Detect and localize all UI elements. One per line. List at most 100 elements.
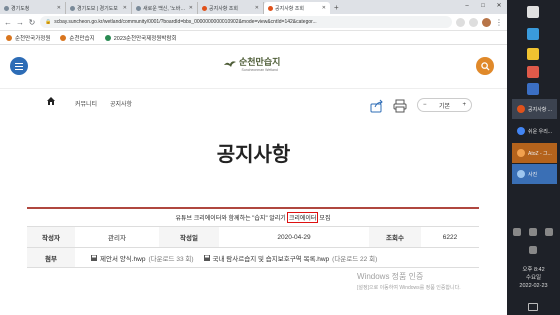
clock-day: 수요일 [525, 275, 542, 281]
network-icon[interactable] [529, 228, 537, 236]
url-field[interactable]: 🔒 scbay.suncheon.go.kr/wetland/community… [40, 16, 452, 28]
hamburger-line [15, 62, 23, 64]
screen: 경기도청 ✕ 경기도보 | 경기도보 ✕ 새로운 백신, '노바백스' ✕ 공지… [0, 0, 560, 315]
forward-arrow-icon[interactable]: → [16, 18, 24, 27]
extension-icon[interactable] [456, 17, 465, 27]
date-label: 작성일 [159, 227, 219, 247]
taskbar-app-easy[interactable]: 쉬운 우리... [512, 121, 557, 141]
url-text: scbay.suncheon.go.kr/wetland/community/0… [54, 19, 317, 25]
puzzle-icon[interactable] [469, 17, 478, 27]
zoom-control: − 기본 + [417, 98, 472, 112]
page-title: 공지사항 [216, 144, 291, 166]
site-logo[interactable]: 순천만습지 Suncheonman Wetland [224, 55, 280, 72]
bookmark-label: 순천만국가정원 [15, 35, 51, 42]
start-icon[interactable] [527, 6, 539, 18]
bird-logo-icon [224, 60, 236, 67]
bookmark-favicon-icon [104, 34, 111, 41]
bookmarks-bar: 순천만국가정원 순천만습지 2023순천만국제정원박람회 [0, 31, 507, 45]
bookmark-label: 2023순천만국제정원박람회 [113, 35, 177, 42]
close-icon[interactable]: ✕ [255, 5, 259, 11]
breadcrumb-community[interactable]: 커뮤니티 [75, 99, 97, 108]
watermark-subtitle: [설정]으로 이동하여 Windows를 정품 인증합니다. [357, 285, 461, 291]
word-icon[interactable] [527, 83, 539, 95]
logo-text: 순천만습지 Suncheonman Wetland [239, 55, 280, 72]
activation-watermark: Windows 정품 인증 [설정]으로 이동하여 Windows를 정품 인증… [357, 271, 461, 291]
disk-icon [203, 254, 210, 261]
zoom-level-label: 기본 [438, 103, 451, 110]
views-value: 6222 [442, 233, 458, 241]
reload-icon[interactable]: ↻ [28, 18, 36, 27]
taskbar-app-label: AtoZ - 그... [528, 150, 552, 157]
profile-avatar-icon[interactable] [482, 17, 491, 27]
minimize-button[interactable]: – [459, 0, 475, 14]
watermark-title: Windows 정품 인증 [357, 272, 424, 281]
close-icon[interactable]: ✕ [322, 5, 326, 11]
maximize-button[interactable]: □ [475, 0, 491, 14]
browser-window: 경기도청 ✕ 경기도보 | 경기도보 ✕ 새로운 백신, '노바백스' ✕ 공지… [0, 0, 507, 315]
close-icon[interactable]: ✕ [189, 5, 193, 11]
notification-icon[interactable] [528, 303, 538, 311]
tab-title: 새로운 백신, '노바백스' [143, 5, 187, 12]
site-favicon-icon [202, 5, 207, 11]
clock-time: 오후 8:42 [522, 267, 545, 273]
ime-icon[interactable] [529, 246, 537, 254]
taskbar-app-atoz[interactable]: AtoZ - 그... [512, 143, 557, 163]
edge-icon[interactable] [527, 28, 539, 40]
subject-highlight: 크리에이터 [286, 212, 319, 223]
tab-notice-1[interactable]: 공지사항 조회 ✕ [198, 2, 264, 14]
download-count: (다운로드 33 회) [148, 255, 194, 263]
search-button[interactable] [476, 57, 494, 75]
folder-icon[interactable] [527, 48, 539, 60]
files-label: 첨부 [27, 248, 75, 267]
close-icon[interactable]: ✕ [57, 5, 61, 11]
menu-button[interactable] [10, 57, 28, 75]
post-view-table: 유튜브 크리에이터와 함께하는 "습지" 알리기 크리에이터 모집 작성자 관리… [27, 207, 479, 268]
author-label: 작성자 [27, 227, 75, 247]
back-arrow-icon[interactable]: ← [4, 18, 12, 27]
subject-text-before: 유튜브 크리에이터와 함께하는 "습지" 알리기 [175, 216, 286, 222]
photos-icon [517, 170, 525, 178]
chrome-icon [517, 105, 525, 113]
address-bar: ← → ↻ 🔒 scbay.suncheon.go.kr/wetland/com… [0, 14, 507, 31]
post-subject: 유튜브 크리에이터와 함께하는 "습지" 알리기 크리에이터 모집 [27, 207, 479, 227]
close-window-button[interactable]: ✕ [491, 0, 507, 14]
download-count: (다운로드 22 회) [332, 255, 378, 263]
taskbar-app-label: 사진 [528, 171, 538, 178]
taskbar-app-notice[interactable]: 공지사항 ... [512, 99, 557, 119]
zoom-out-button[interactable]: − [423, 102, 427, 108]
office-icon[interactable] [527, 66, 539, 78]
home-icon[interactable] [47, 97, 55, 105]
taskbar-app-photos[interactable]: 사진 [512, 164, 557, 184]
bookmark-wetland[interactable]: 순천만습지 [60, 34, 95, 42]
share-icon[interactable] [370, 99, 384, 113]
site-favicon-icon [268, 5, 273, 11]
attachment-item[interactable]: 국내 람사르습지 및 습지보호구역 목록.hwp (다운로드 22 회) [203, 253, 378, 263]
bookmark-expo[interactable]: 2023순천만국제정원박람회 [104, 34, 177, 42]
tab-novavax[interactable]: 새로운 백신, '노바백스' ✕ [132, 2, 198, 14]
attachments-list: 제안서 양식.hwp (다운로드 33 회) 국내 람사르습지 및 습지보호구역… [75, 248, 479, 267]
tray-arrow-icon[interactable] [513, 228, 521, 236]
print-icon[interactable] [393, 99, 407, 113]
taskbar-app-label: 쉬운 우리... [528, 128, 552, 135]
close-icon[interactable]: ✕ [123, 5, 127, 11]
date-value: 2020-04-29 [277, 233, 311, 241]
taskbar: 공지사항 ... 쉬운 우리... AtoZ - 그... 사진 오후 8:42… [507, 0, 560, 315]
attachment-item[interactable]: 제안서 양식.hwp (다운로드 33 회) [91, 253, 194, 263]
tab-gyeonggi[interactable]: 경기도청 ✕ [0, 2, 66, 14]
tab-title: 경기도청 [11, 5, 30, 12]
breadcrumb-bar: 커뮤니티 공지사항 − 기본 + [0, 89, 507, 117]
tab-notice-active[interactable]: 공지사항 조회 ✕ [264, 2, 330, 14]
tab-gyeonggi-bulletin[interactable]: 경기도보 | 경기도보 ✕ [66, 2, 132, 14]
zoom-in-button[interactable]: + [462, 102, 466, 108]
logo-korean: 순천만습지 [239, 57, 281, 67]
new-tab-button[interactable]: + [330, 2, 343, 14]
tab-title: 공지사항 조회 [275, 5, 304, 12]
bookmark-garden[interactable]: 순천만국가정원 [6, 34, 50, 42]
bookmark-label: 순천만습지 [69, 35, 95, 42]
kebab-menu-icon[interactable]: ⋮ [495, 18, 503, 27]
hamburger-line [15, 65, 23, 67]
system-clock[interactable]: 오후 8:42 수요일 2022-02-23 [507, 266, 560, 290]
volume-icon[interactable] [545, 228, 553, 236]
app-icon [517, 149, 525, 157]
breadcrumb-notice[interactable]: 공지사항 [110, 99, 132, 108]
